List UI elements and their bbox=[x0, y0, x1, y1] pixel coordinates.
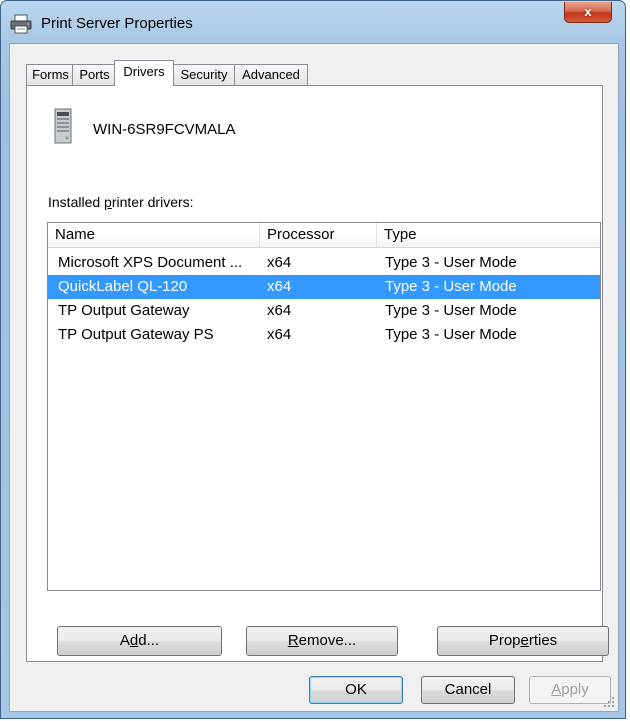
label-text: Installed bbox=[48, 194, 105, 210]
button-access-key: d bbox=[129, 632, 139, 649]
driver-name: TP Output Gateway bbox=[58, 302, 190, 319]
driver-type: Type 3 - User Mode bbox=[385, 326, 517, 343]
drivers-tab-panel: WIN-6SR9FCVMALA Installed printer driver… bbox=[26, 85, 609, 662]
driver-processor: x64 bbox=[267, 302, 292, 319]
tab-ports[interactable]: Ports bbox=[72, 64, 117, 85]
column-header-type[interactable]: Type bbox=[377, 223, 600, 247]
resize-grip-icon[interactable] bbox=[604, 697, 614, 707]
tab-security[interactable]: Security bbox=[171, 64, 237, 85]
remove-driver-button[interactable]: Remove... bbox=[246, 626, 398, 656]
column-header-processor[interactable]: Processor bbox=[260, 223, 377, 247]
column-header-name[interactable]: Name bbox=[48, 223, 260, 247]
ok-button[interactable]: OK bbox=[309, 676, 403, 704]
button-text: Prop bbox=[488, 632, 521, 649]
driver-processor: x64 bbox=[267, 254, 292, 271]
tab-advanced[interactable]: Advanced bbox=[234, 64, 308, 85]
cancel-button[interactable]: Cancel bbox=[421, 676, 515, 704]
server-name: WIN-6SR9FCVMALA bbox=[93, 121, 236, 138]
button-access-key: R bbox=[287, 632, 299, 649]
driver-name: QuickLabel QL-120 bbox=[58, 278, 188, 295]
drivers-list[interactable]: Name Processor Type Microsoft XPS Docume… bbox=[47, 222, 601, 591]
apply-button[interactable]: Apply bbox=[529, 676, 611, 704]
title-bar[interactable]: Print Server Properties x bbox=[1, 1, 625, 43]
list-header: Name Processor Type bbox=[48, 223, 600, 248]
driver-type: Type 3 - User Mode bbox=[385, 254, 517, 271]
add-driver-button[interactable]: Add... bbox=[57, 626, 222, 656]
label-text: rinter drivers: bbox=[111, 194, 194, 210]
installed-drivers-label: Installed printer drivers: bbox=[48, 194, 194, 210]
printer-icon bbox=[10, 14, 32, 34]
driver-name: TP Output Gateway PS bbox=[58, 326, 214, 343]
table-row[interactable]: Microsoft XPS Document ... x64 Type 3 - … bbox=[48, 251, 600, 275]
label-access-key: p bbox=[104, 194, 112, 210]
button-text: d... bbox=[138, 632, 160, 649]
table-row-selected[interactable]: QuickLabel QL-120 x64 Type 3 - User Mode bbox=[48, 275, 600, 299]
tab-forms[interactable]: Forms bbox=[26, 64, 75, 85]
button-text: pply bbox=[561, 681, 589, 698]
driver-type: Type 3 - User Mode bbox=[385, 302, 517, 319]
button-text: rties bbox=[528, 632, 558, 649]
button-text: A bbox=[119, 632, 130, 649]
table-row[interactable]: TP Output Gateway x64 Type 3 - User Mode bbox=[48, 299, 600, 323]
server-icon bbox=[54, 108, 72, 144]
driver-type: Type 3 - User Mode bbox=[385, 278, 517, 295]
driver-name: Microsoft XPS Document ... bbox=[58, 254, 243, 271]
driver-properties-button[interactable]: Properties bbox=[437, 626, 609, 656]
window-title: Print Server Properties bbox=[41, 15, 193, 32]
button-text: emove... bbox=[298, 632, 357, 649]
driver-processor: x64 bbox=[267, 326, 292, 343]
dialog-client-area: Forms Ports Drivers Security Advanced WI… bbox=[9, 43, 619, 712]
close-button[interactable]: x bbox=[564, 2, 612, 23]
button-access-key: A bbox=[551, 681, 562, 698]
driver-processor: x64 bbox=[267, 278, 292, 295]
table-row[interactable]: TP Output Gateway PS x64 Type 3 - User M… bbox=[48, 323, 600, 347]
button-access-key: e bbox=[520, 632, 529, 649]
tab-drivers[interactable]: Drivers bbox=[114, 60, 174, 86]
window-frame: Print Server Properties x Forms Ports Dr… bbox=[0, 0, 626, 719]
